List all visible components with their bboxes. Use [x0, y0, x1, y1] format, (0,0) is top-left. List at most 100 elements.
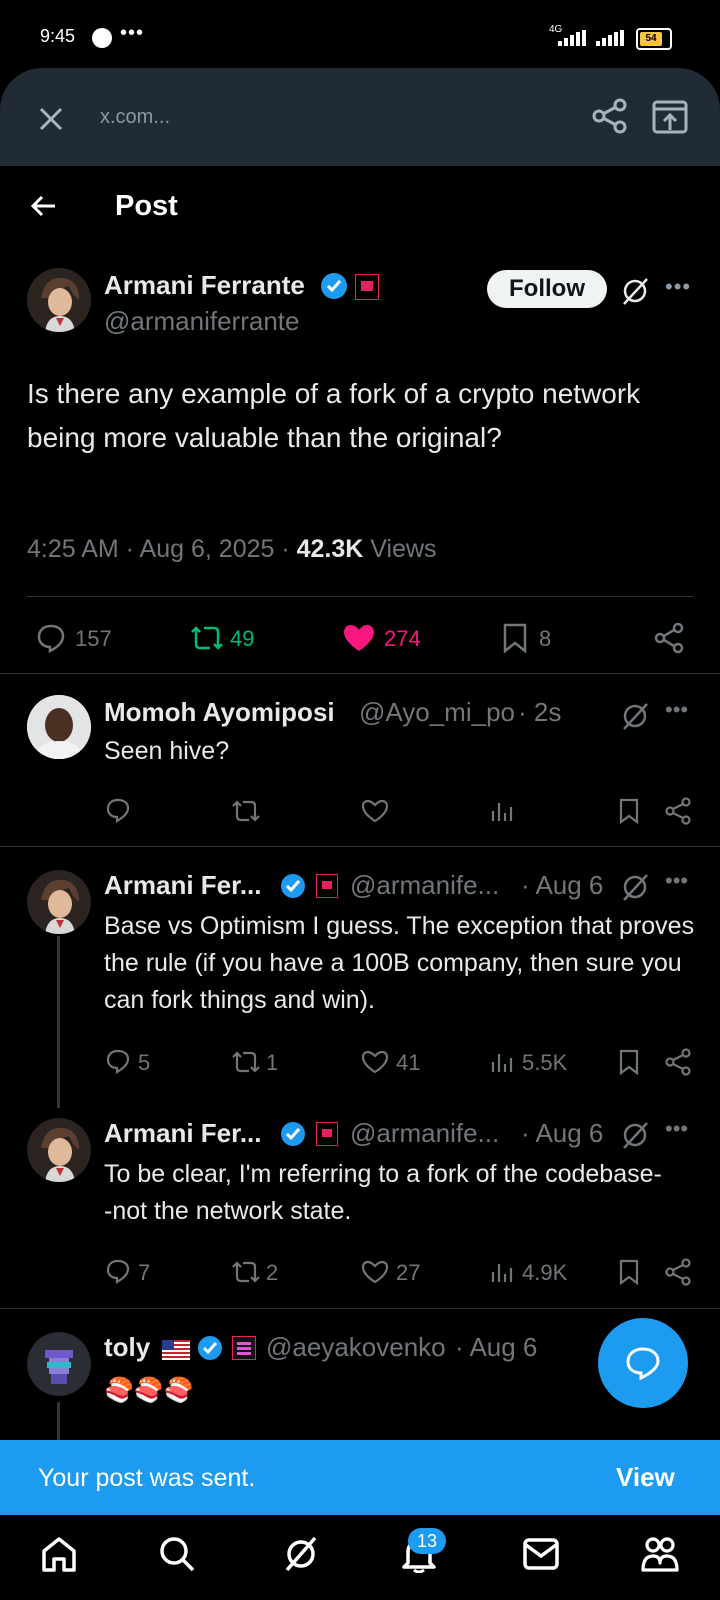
post-time: 4:25 AM · Aug 6, 2025 ·	[27, 535, 297, 563]
reply-fab-button[interactable]	[598, 1318, 688, 1408]
reply-text: To be clear, I'm referring to a fork of …	[104, 1160, 662, 1225]
reply-item[interactable]: Armani Fer... @armanife... · Aug 6 ••• B…	[0, 846, 720, 1106]
reply-count: 7	[138, 1260, 151, 1285]
views-count: 42.3K	[296, 535, 364, 563]
reply-handle[interactable]: @aeyakovenko	[266, 1332, 446, 1363]
grok-icon[interactable]	[282, 1535, 320, 1573]
avatar[interactable]	[27, 1118, 91, 1182]
share-icon[interactable]	[592, 98, 628, 134]
reply-fab-icon	[626, 1347, 660, 1381]
reply-author-name[interactable]: Armani Fer...	[104, 1118, 262, 1149]
open-in-app-icon[interactable]	[652, 100, 688, 134]
more-options-icon[interactable]: •••	[665, 1116, 688, 1142]
repost-icon[interactable]	[230, 1050, 262, 1074]
grok-icon[interactable]	[620, 1120, 650, 1150]
reply-item[interactable]: Armani Fer... @armanife... · Aug 6 ••• T…	[0, 1094, 720, 1308]
thread-line	[57, 1402, 60, 1442]
reply-icon[interactable]	[105, 797, 131, 823]
author-handle[interactable]: @armaniferrante	[104, 306, 299, 337]
bookmark-icon[interactable]	[502, 622, 528, 654]
status-time: 9:45	[40, 26, 76, 46]
grok-icon[interactable]	[620, 276, 650, 306]
reply-handle[interactable]: @armanife...	[350, 870, 499, 901]
share-icon[interactable]	[664, 1048, 692, 1076]
share-icon[interactable]	[664, 1258, 692, 1286]
page-title: Post	[115, 190, 178, 222]
status-bar: 9:45 ••• 4G 54	[0, 0, 720, 70]
us-flag-icon	[162, 1340, 190, 1360]
share-icon[interactable]	[653, 622, 685, 654]
reply-author-name[interactable]: Momoh Ayomiposi	[104, 697, 335, 728]
url-text[interactable]: x.com...	[100, 106, 170, 129]
reply-item[interactable]: Momoh Ayomiposi @Ayo_mi_po · 2s ••• Seen…	[0, 673, 720, 845]
like-icon[interactable]	[361, 1050, 389, 1074]
more-notifications-icon: •••	[120, 22, 145, 44]
bookmark-icon[interactable]	[618, 1048, 640, 1076]
views-icon[interactable]	[490, 1260, 514, 1284]
messages-icon[interactable]	[522, 1537, 560, 1571]
reply-handle[interactable]: @Ayo_mi_po	[359, 697, 515, 728]
reply-author-name[interactable]: toly	[104, 1332, 150, 1363]
reply-icon[interactable]	[105, 1258, 131, 1284]
repost-count: 1	[266, 1050, 279, 1075]
post-text: Is there any example of a fork of a cryp…	[27, 378, 641, 453]
share-icon[interactable]	[664, 797, 692, 825]
views-icon[interactable]	[490, 1050, 514, 1074]
views-count: 5.5K	[522, 1050, 568, 1075]
repost-count: 49	[230, 626, 255, 651]
verified-badge-icon	[321, 273, 347, 299]
like-count: 274	[384, 626, 421, 651]
author-name[interactable]: Armani Ferrante	[104, 270, 305, 301]
search-icon[interactable]	[158, 1535, 196, 1573]
repost-icon[interactable]	[230, 799, 262, 823]
close-icon[interactable]	[38, 106, 64, 132]
reply-icon[interactable]	[105, 1048, 131, 1074]
repost-icon[interactable]	[188, 624, 226, 652]
bookmark-count: 8	[539, 626, 552, 651]
follow-button[interactable]: Follow	[487, 270, 607, 308]
solana-badge-icon	[232, 1336, 256, 1360]
bookmark-icon[interactable]	[618, 797, 640, 825]
browser-bar: x.com...	[0, 68, 720, 166]
affiliate-badge-icon	[316, 1122, 338, 1146]
verified-badge-icon	[281, 1122, 305, 1146]
back-arrow-icon[interactable]	[30, 194, 56, 218]
avatar[interactable]	[27, 870, 91, 934]
toast-message: Your post was sent.	[38, 1464, 256, 1492]
toast-view-button[interactable]: View	[616, 1462, 675, 1493]
bookmark-icon[interactable]	[618, 1258, 640, 1286]
views-label: Views	[363, 535, 437, 563]
bottom-nav	[0, 1515, 720, 1600]
affiliate-badge-icon	[355, 274, 379, 300]
repost-count: 2	[266, 1260, 279, 1285]
verified-badge-icon	[198, 1336, 222, 1360]
like-icon[interactable]	[361, 1260, 389, 1284]
reply-count: 157	[75, 626, 112, 651]
home-icon[interactable]	[40, 1535, 78, 1573]
more-options-icon[interactable]: •••	[665, 697, 688, 723]
reply-text: 🍣🍣🍣	[104, 1377, 194, 1404]
avatar[interactable]	[27, 1332, 91, 1396]
verified-badge-icon	[281, 874, 305, 898]
reply-time: · Aug 6	[521, 1118, 604, 1148]
more-options-icon[interactable]: •••	[665, 868, 688, 894]
repost-icon[interactable]	[230, 1260, 262, 1284]
reply-handle[interactable]: @armanife...	[350, 1118, 499, 1149]
views-icon[interactable]	[490, 799, 514, 823]
more-options-icon[interactable]: •••	[665, 274, 691, 300]
notifications-badge: 13	[408, 1528, 446, 1554]
avatar[interactable]	[27, 268, 91, 332]
affiliate-badge-icon	[316, 874, 338, 898]
reply-time: · 2s	[518, 697, 562, 727]
like-icon[interactable]	[361, 799, 389, 823]
grok-icon[interactable]	[620, 872, 650, 902]
reply-author-name[interactable]: Armani Fer...	[104, 870, 262, 901]
avatar[interactable]	[27, 695, 91, 759]
grok-icon[interactable]	[620, 701, 650, 731]
notification-dot-icon	[92, 28, 112, 48]
reply-icon[interactable]	[36, 623, 66, 653]
like-count: 41	[396, 1050, 421, 1075]
communities-icon[interactable]	[640, 1535, 680, 1573]
signal-icon-2	[596, 30, 624, 46]
like-filled-icon[interactable]	[343, 624, 375, 652]
